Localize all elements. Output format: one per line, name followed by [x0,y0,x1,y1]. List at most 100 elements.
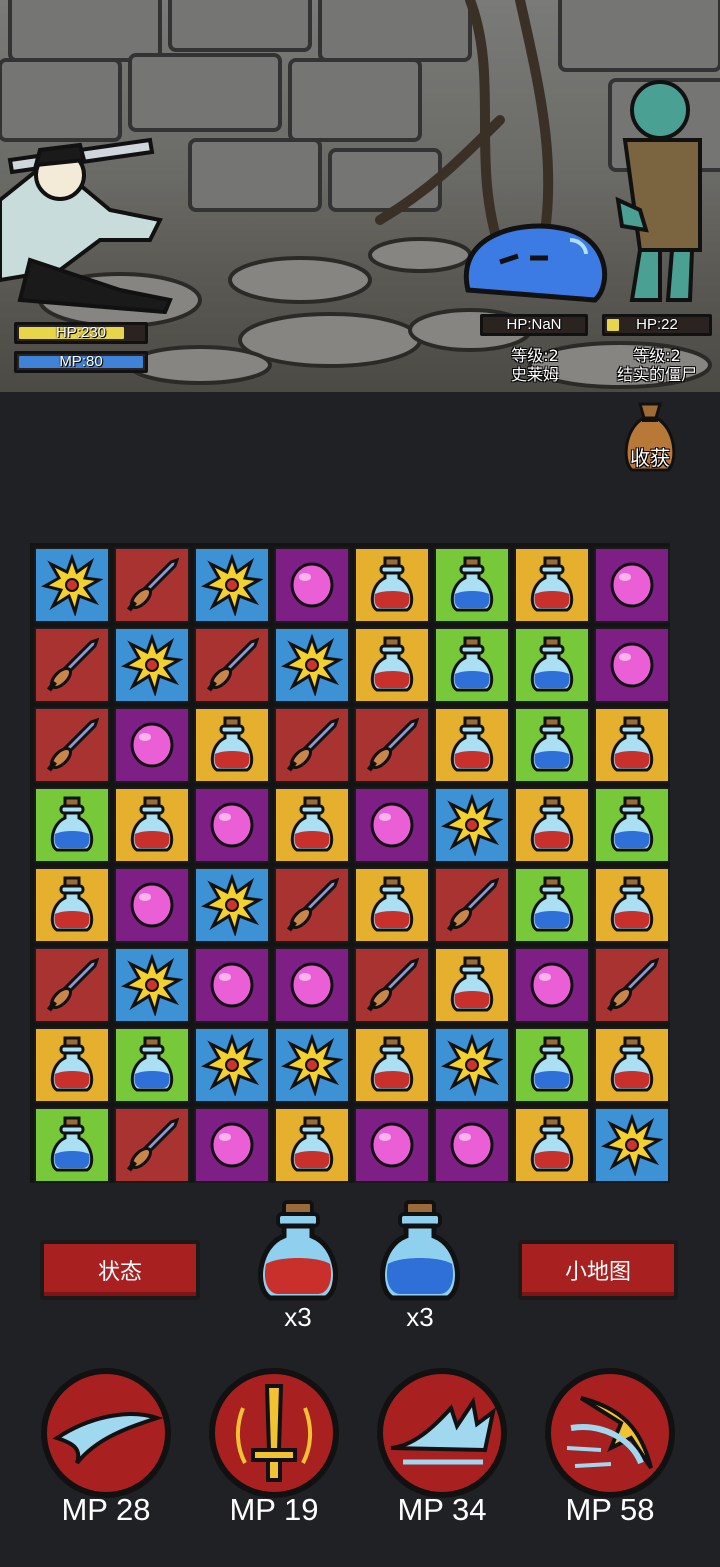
board-tile[interactable] [194,707,270,783]
board-tile[interactable] [354,867,430,943]
board-tile[interactable] [434,1107,510,1183]
burst-icon [281,634,343,696]
board-tile[interactable] [354,627,430,703]
board-tile[interactable] [594,547,670,623]
minimap-button-label: 小地图 [564,1260,631,1285]
whirl-burst-icon [545,1368,675,1498]
board-tile[interactable] [34,1027,110,1103]
board-tile[interactable] [274,547,350,623]
board-tile[interactable] [114,1027,190,1103]
board-tile[interactable] [274,1107,350,1183]
board-tile[interactable] [274,707,350,783]
board-tile[interactable] [34,947,110,1023]
board-tile[interactable] [274,787,350,863]
health-potion-icon [450,956,494,1012]
board-tile[interactable] [434,867,510,943]
board-tile[interactable] [274,947,350,1023]
board-tile[interactable] [354,787,430,863]
board-tile[interactable] [354,1027,430,1103]
sword-aura-icon [209,1368,339,1498]
board-tile[interactable] [354,1107,430,1183]
health-potion-icon [530,796,574,852]
board-tile[interactable] [114,867,190,943]
board-tile[interactable] [594,787,670,863]
board-tile[interactable] [34,787,110,863]
board-tile[interactable] [34,707,110,783]
board-tile[interactable] [514,867,590,943]
magic-orb-icon [290,962,334,1008]
skill-cost: MP 58 [565,1492,655,1527]
board-tile[interactable] [274,627,350,703]
board-tile[interactable] [594,1027,670,1103]
board-tile[interactable] [194,947,270,1023]
board-tile[interactable] [434,947,510,1023]
mana-potion-icon [50,1116,94,1172]
burst-icon [41,554,103,616]
blue-potion-icon [380,1200,460,1301]
board-tile[interactable] [194,867,270,943]
board-tile[interactable] [354,547,430,623]
magic-orb-icon [450,1122,494,1168]
board-tile[interactable] [34,867,110,943]
slime-level: 等级:2 [511,346,559,365]
status-button[interactable]: 状态 [40,1240,200,1300]
board-tile[interactable] [594,627,670,703]
board-tile[interactable] [594,867,670,943]
board-tile[interactable] [34,547,110,623]
board-tile[interactable] [434,547,510,623]
board-tile[interactable] [194,627,270,703]
board-tile[interactable] [594,707,670,783]
harvest-label: 收获 [630,446,670,470]
board-tile[interactable] [434,1027,510,1103]
board-tile[interactable] [514,787,590,863]
skill-whirl-burst[interactable]: MP 58 [541,1368,679,1538]
board-tile[interactable] [354,707,430,783]
sword-icon [367,717,420,772]
board-tile[interactable] [514,707,590,783]
board-tile[interactable] [514,1027,590,1103]
board-tile[interactable] [514,947,590,1023]
magic-orb-icon [370,1122,414,1168]
board-tile[interactable] [114,707,190,783]
minimap-button[interactable]: 小地图 [518,1240,678,1300]
board-tile[interactable] [274,1027,350,1103]
harvest-button[interactable]: 收获 [618,400,682,476]
board-tile[interactable] [434,627,510,703]
board-tile[interactable] [514,627,590,703]
slime-figure [463,223,608,303]
board-tile[interactable] [274,867,350,943]
board-tile[interactable] [114,1107,190,1183]
zombie-info[interactable]: 等级:2 结实的僵尸 [600,346,714,384]
red-potion-count: x3 [284,1302,312,1332]
board-tile[interactable] [514,1107,590,1183]
red-potion-button[interactable]: x3 [248,1198,348,1348]
health-potion-icon [610,1036,654,1092]
board-tile[interactable] [194,1027,270,1103]
skill-sword-aura[interactable]: MP 19 [205,1368,343,1538]
board-tile[interactable] [434,787,510,863]
match-board[interactable] [30,543,670,1183]
slime-info[interactable]: 等级:2 史莱姆 [478,346,592,384]
skill-wave-strike[interactable]: MP 34 [373,1368,511,1538]
zombie-hp-bar: HP:22 [602,314,712,336]
board-tile[interactable] [194,787,270,863]
board-tile[interactable] [594,947,670,1023]
board-tile[interactable] [594,1107,670,1183]
mana-potion-icon [130,1036,174,1092]
blue-potion-button[interactable]: x3 [370,1198,470,1348]
board-tile[interactable] [34,627,110,703]
skill-wind-slash[interactable]: MP 28 [37,1368,175,1538]
health-potion-icon [370,636,414,692]
board-tile[interactable] [354,947,430,1023]
status-button-label: 状态 [97,1260,142,1285]
board-tile[interactable] [514,547,590,623]
board-tile[interactable] [114,547,190,623]
board-tile[interactable] [114,627,190,703]
board-tile[interactable] [434,707,510,783]
board-tile[interactable] [194,547,270,623]
board-tile[interactable] [114,947,190,1023]
board-tile[interactable] [114,787,190,863]
skill-cost: MP 34 [397,1492,487,1527]
board-tile[interactable] [34,1107,110,1183]
board-tile[interactable] [194,1107,270,1183]
